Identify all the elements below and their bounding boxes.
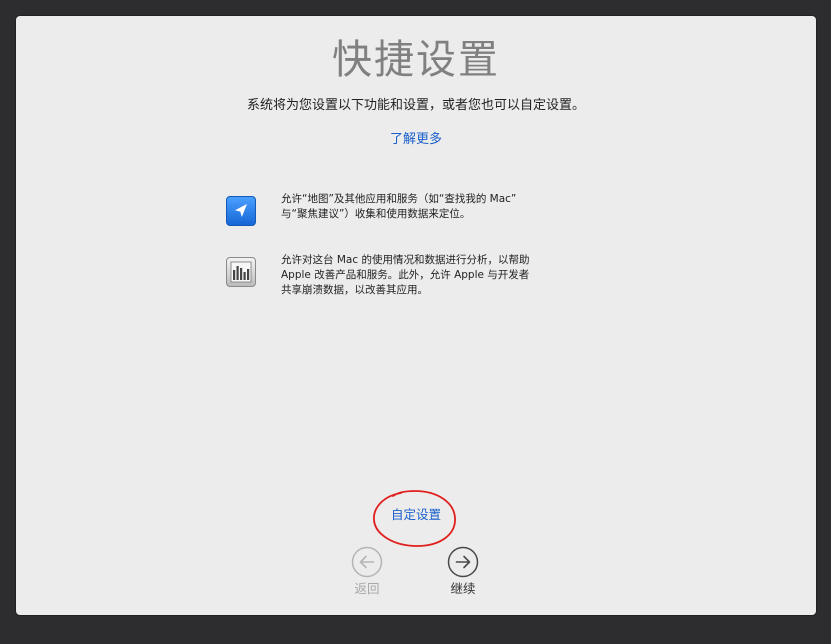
red-circle-annotation — [371, 488, 457, 550]
description-line: 允许对这台 Mac 的使用情况和数据进行分析，以帮助 — [281, 254, 530, 266]
continue-label: 继续 — [450, 581, 476, 596]
page-title: 快捷设置 — [332, 37, 500, 83]
arrow-left-icon — [351, 546, 383, 578]
description-line: 与“聚焦建议”）收集和使用数据来定位。 — [281, 208, 471, 220]
description-line: 允许“地图”及其他应用和服务（如“查找我的 Mac” — [281, 193, 517, 205]
analytics-chart-icon — [226, 257, 256, 287]
analytics-description: 允许对这台 Mac 的使用情况和数据进行分析，以帮助 Apple 改善产品和服务… — [281, 253, 581, 298]
description-line: 共享崩溃数据，以改善其应用。 — [281, 284, 428, 296]
location-services-description: 允许“地图”及其他应用和服务（如“查找我的 Mac” 与“聚焦建议”）收集和使用… — [281, 192, 581, 222]
description-line: Apple 改善产品和服务。此外，允许 Apple 与开发者 — [281, 269, 530, 281]
setup-window: 快捷设置 系统将为您设置以下功能和设置，或者您也可以自定设置。 了解更多 允许“… — [16, 16, 816, 615]
continue-button[interactable]: 继续 — [433, 546, 493, 597]
page-subtitle: 系统将为您设置以下功能和设置，或者您也可以自定设置。 — [246, 98, 585, 113]
back-label: 返回 — [354, 581, 380, 596]
arrow-right-icon — [447, 546, 479, 578]
back-button[interactable]: 返回 — [337, 546, 397, 597]
location-arrow-icon — [226, 196, 256, 226]
learn-more-link[interactable]: 了解更多 — [16, 131, 816, 149]
